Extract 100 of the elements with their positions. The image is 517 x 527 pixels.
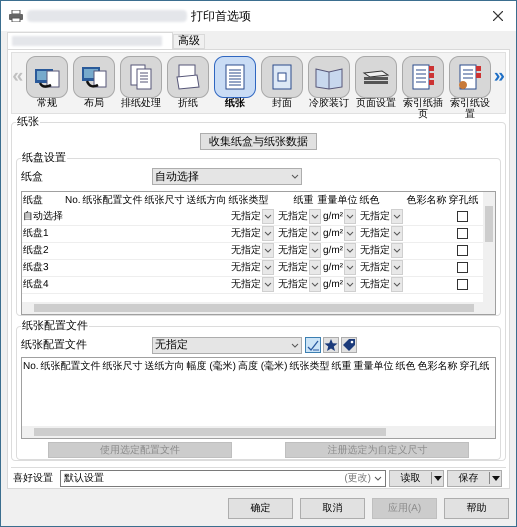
dialog-button[interactable]: 确定 <box>228 498 293 519</box>
tab[interactable]: 高级 <box>173 34 205 49</box>
category-button[interactable] <box>26 56 68 98</box>
column-header: 纸重 <box>330 360 352 374</box>
cell-value: 无指定 <box>278 244 308 258</box>
category-button[interactable] <box>308 56 350 98</box>
category-button[interactable] <box>214 56 256 98</box>
field-label: 喜好设置 <box>13 472 54 486</box>
cell-value: 无指定 <box>231 260 261 276</box>
category-label: 常规 <box>37 98 57 109</box>
column-header: 纸张配置文件 <box>82 194 144 208</box>
column-header: 穿孔纸 <box>458 360 490 374</box>
column-header: 纸色 <box>394 360 416 374</box>
checkbox[interactable] <box>456 245 468 256</box>
dialog-button[interactable]: 取消 <box>300 498 365 519</box>
column-header: 纸张类型 <box>228 194 270 208</box>
weight-dropdown[interactable]: 无指定 <box>274 260 321 276</box>
chevron-icon <box>264 248 272 254</box>
column-header: 纸色 <box>358 194 381 208</box>
button-label: 保存 <box>458 472 480 486</box>
dropdown[interactable]: 自动选择 <box>152 168 302 186</box>
paper-color-dropdown[interactable]: 无指定 <box>356 226 403 242</box>
paper-type-dropdown[interactable]: 无指定 <box>231 260 274 276</box>
unit-dropdown[interactable]: g/m² <box>321 242 356 259</box>
chevron-icon <box>393 282 401 288</box>
column-header: 纸张类型 <box>288 360 330 374</box>
category-button[interactable] <box>449 56 491 98</box>
column-header: 纸张尺寸 <box>102 360 144 374</box>
cell-value: 无指定 <box>360 226 390 242</box>
category-button[interactable] <box>402 56 444 98</box>
unit-dropdown[interactable]: g/m² <box>321 208 356 225</box>
cell-value: 无指定 <box>278 210 308 224</box>
column-header: 纸张尺寸 <box>144 194 186 208</box>
cell-value: 无指定 <box>360 278 390 292</box>
paper-color-dropdown[interactable]: 无指定 <box>356 260 403 276</box>
cell-value: 无指定 <box>360 260 390 276</box>
chevron-icon <box>393 231 401 236</box>
dropdown-value: 无指定 <box>155 338 188 353</box>
unit-dropdown[interactable]: g/m² <box>321 226 356 242</box>
dropdown[interactable]: 无指定 <box>152 336 302 354</box>
split-button[interactable]: 保存 <box>447 470 502 486</box>
horizontal-scrollbar[interactable] <box>22 302 495 314</box>
category-button[interactable] <box>261 56 303 98</box>
star-icon <box>324 338 338 352</box>
unit-dropdown[interactable]: g/m² <box>321 276 356 293</box>
column-header: 色彩名称 <box>406 194 448 208</box>
table-cell-text: 纸盘2 <box>22 244 50 258</box>
column-header: 纸张配置文件 <box>40 360 102 374</box>
category-button[interactable] <box>120 56 162 98</box>
table-cell-text: 纸盘4 <box>22 278 50 292</box>
checkbox[interactable] <box>456 262 468 274</box>
paper-type-dropdown[interactable]: 无指定 <box>231 226 274 242</box>
tool-button[interactable] <box>323 337 339 353</box>
column-header: 重量单位 <box>316 194 359 208</box>
paper-type-dropdown[interactable]: 无指定 <box>231 242 274 259</box>
weight-dropdown[interactable]: 无指定 <box>274 226 321 242</box>
checkbox[interactable] <box>456 228 468 240</box>
cell-value: 无指定 <box>278 226 308 242</box>
chevron-icon <box>264 214 272 220</box>
change-status: (更改) <box>344 472 371 486</box>
horizontal-scrollbar[interactable] <box>22 426 495 438</box>
column-header: 纸盘 <box>22 194 44 208</box>
paper-color-dropdown[interactable]: 无指定 <box>356 208 403 225</box>
vertical-scrollbar[interactable] <box>483 192 495 303</box>
split-button[interactable]: 读取 <box>389 470 444 486</box>
category-button[interactable] <box>167 56 209 98</box>
chevron-icon <box>311 248 319 254</box>
chevron-icon <box>291 174 299 180</box>
dropdown-value: 自动选择 <box>155 170 199 185</box>
cell-value: 无指定 <box>360 244 390 258</box>
chevron-icon <box>311 231 319 236</box>
checkbox[interactable] <box>456 211 468 222</box>
collect-data-button[interactable]: 收集纸盒与纸张数据 <box>200 133 317 150</box>
weight-dropdown[interactable]: 无指定 <box>274 276 321 293</box>
checkbox[interactable] <box>456 279 468 290</box>
category-button[interactable] <box>355 56 397 98</box>
chevron-icon <box>346 248 354 254</box>
category-label: 排纸处理 <box>121 98 161 109</box>
dropdown-arrow-icon <box>489 472 501 484</box>
cell-value: 无指定 <box>231 278 261 292</box>
table-cell-text: 纸盘3 <box>22 261 50 276</box>
tool-button[interactable] <box>305 337 321 353</box>
tool-button[interactable] <box>341 337 357 353</box>
paper-type-dropdown[interactable]: 无指定 <box>231 276 274 293</box>
paper-color-dropdown[interactable]: 无指定 <box>356 242 403 259</box>
next-button[interactable]: » <box>494 56 505 96</box>
weight-dropdown[interactable]: 无指定 <box>274 242 321 259</box>
category-button[interactable] <box>73 56 115 98</box>
paper-type-dropdown[interactable]: 无指定 <box>231 208 274 225</box>
group-title: 纸张配置文件 <box>21 320 89 332</box>
weight-dropdown[interactable]: 无指定 <box>274 208 321 225</box>
paper-color-dropdown[interactable]: 无指定 <box>356 276 403 293</box>
preference-field[interactable]: 默认设置 (更改) <box>60 470 386 486</box>
column-header: 重量单位 <box>352 360 394 374</box>
column-header: 送纸方向 <box>144 360 186 374</box>
dialog-button[interactable]: 帮助 <box>444 498 509 519</box>
category-label: 冷胶装订 <box>309 98 349 109</box>
unit-dropdown[interactable]: g/m² <box>321 260 356 276</box>
chevron-icon <box>393 265 401 270</box>
cell-value: g/m² <box>323 244 343 258</box>
